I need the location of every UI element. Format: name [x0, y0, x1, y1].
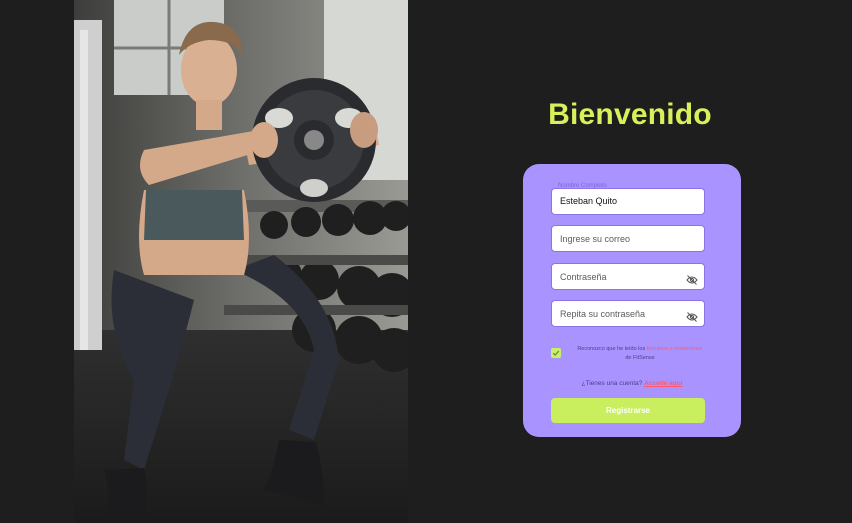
- eye-off-icon[interactable]: [686, 309, 698, 322]
- password-field[interactable]: Contraseña: [551, 263, 705, 290]
- page-title: Bienvenido: [548, 98, 712, 131]
- terms-text: Reconozco que he leído los términos y co…: [575, 345, 705, 363]
- full-name-value: Esteban Quito: [560, 196, 618, 206]
- login-link[interactable]: Accede aquí: [644, 380, 682, 387]
- full-name-label: Nombre Completo: [558, 183, 607, 189]
- eye-off-icon[interactable]: [686, 272, 698, 285]
- email-placeholder: Ingrese su correo: [560, 234, 631, 244]
- left-dark-strip: [0, 0, 74, 523]
- signup-panel: Bienvenido Nombre Completo Esteban Quito…: [408, 0, 852, 523]
- repeat-password-placeholder: Repita su contraseña: [560, 309, 646, 319]
- hero-photo: [74, 0, 408, 523]
- signup-card: Nombre Completo Esteban Quito Ingrese su…: [523, 164, 741, 437]
- terms-link[interactable]: términos y condiciones: [647, 346, 703, 352]
- terms-suffix: de FitSense: [625, 355, 655, 361]
- repeat-password-field[interactable]: Repita su contraseña: [551, 300, 705, 327]
- terms-checkbox[interactable]: [551, 348, 561, 358]
- check-icon: [552, 350, 560, 356]
- full-name-field[interactable]: Nombre Completo Esteban Quito: [551, 183, 705, 215]
- account-question: ¿Tienes una cuenta?: [581, 380, 645, 387]
- terms-prefix: Reconozco que he leído los: [577, 346, 647, 352]
- register-button[interactable]: Registrarse: [551, 398, 705, 423]
- login-prompt: ¿Tienes una cuenta? Accede aquí: [523, 380, 741, 387]
- password-placeholder: Contraseña: [560, 272, 607, 282]
- email-field[interactable]: Ingrese su correo: [551, 225, 705, 252]
